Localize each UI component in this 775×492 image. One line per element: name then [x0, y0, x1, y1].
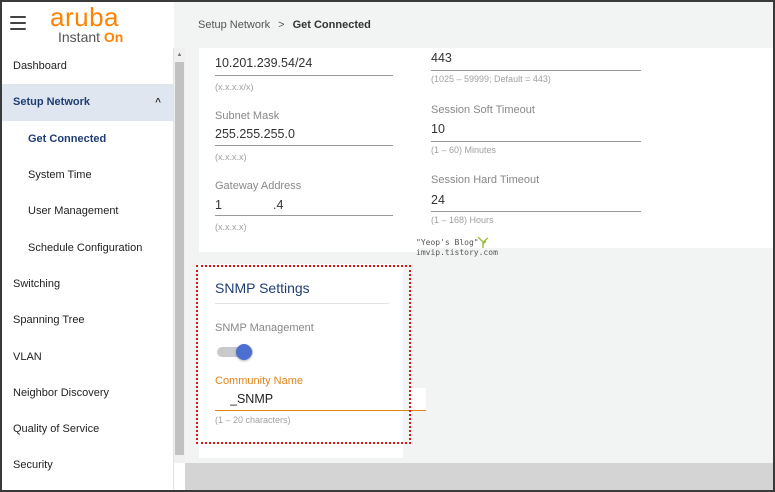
port-underline	[431, 70, 641, 71]
session-soft-timeout-underline	[431, 141, 641, 142]
session-soft-timeout-hint: (1 – 60) Minutes	[431, 145, 497, 155]
breadcrumb: Setup Network > Get Connected	[174, 2, 773, 48]
ip-settings-card: 10.201.239.54/24 (x.x.x.x/x) Subnet Mask…	[199, 48, 419, 252]
sidebar-item-label: VLAN	[13, 350, 42, 363]
logo-wordmark: aruba	[50, 2, 119, 32]
scroll-thumb[interactable]	[175, 62, 184, 455]
snmp-management-toggle[interactable]	[217, 344, 255, 360]
session-soft-timeout-label: Session Soft Timeout	[431, 104, 535, 116]
logo-subtitle: Instant On	[58, 29, 140, 45]
sidebar-nav: Dashboard Setup Network ^ Get Connected S…	[2, 48, 174, 490]
breadcrumb-separator: >	[278, 19, 285, 31]
sidebar-item-label: Neighbor Discovery	[13, 386, 109, 399]
sidebar-item-switching[interactable]: Switching	[2, 266, 173, 302]
session-soft-timeout-value[interactable]: 10	[431, 122, 445, 136]
community-name-input[interactable]	[230, 389, 440, 409]
snmp-management-label: SNMP Management	[215, 322, 314, 334]
sidebar-item-neighbor-discovery[interactable]: Neighbor Discovery	[2, 375, 173, 411]
input-overflow-area	[410, 388, 426, 410]
logo-subtitle-prefix: Instant	[58, 29, 104, 45]
sidebar-item-label: Get Connected	[28, 132, 107, 145]
scroll-up-arrow-icon[interactable]: ▲	[174, 50, 185, 60]
sidebar-item-label: Switching	[13, 277, 61, 290]
gateway-address-value-part2[interactable]: .4	[273, 198, 283, 212]
subnet-mask-underline	[215, 145, 393, 146]
sidebar-item-label: Schedule Configuration	[28, 241, 143, 254]
watermark-line2: imvip.tistory.com	[416, 248, 498, 257]
sidebar-item-get-connected[interactable]: Get Connected	[2, 121, 173, 157]
sidebar-item-label: Security	[13, 459, 53, 472]
sidebar-item-security[interactable]: Security	[2, 447, 173, 483]
session-hard-timeout-label: Session Hard Timeout	[431, 174, 540, 186]
community-name-label: Community Name	[215, 375, 304, 387]
ip-address-value[interactable]: 10.201.239.54/24	[215, 56, 312, 70]
ip-address-hint: (x.x.x.x/x)	[215, 82, 254, 92]
port-hint: (1025 – 59999; Default = 443)	[431, 74, 551, 84]
sidebar-item-schedule-configuration[interactable]: Schedule Configuration	[2, 229, 173, 265]
community-name-hint: (1 – 20 characters)	[215, 415, 291, 425]
session-hard-timeout-hint: (1 – 168) Hours	[431, 215, 494, 225]
sidebar-item-spanning-tree[interactable]: Spanning Tree	[2, 302, 173, 338]
breadcrumb-parent[interactable]: Setup Network	[198, 19, 270, 31]
aruba-logo: aruba Instant On	[50, 2, 140, 45]
app-window: aruba Instant On Setup Network > Get Con…	[0, 0, 775, 492]
watermark-sprout-icon	[477, 236, 489, 248]
sidebar-item-system-time[interactable]: System Time	[2, 157, 173, 193]
snmp-settings-card: SNMP Settings SNMP Management Community …	[199, 264, 403, 458]
sidebar-item-user-management[interactable]: User Management	[2, 193, 173, 229]
sidebar-item-label: Spanning Tree	[13, 314, 85, 327]
sidebar-item-quality-of-service[interactable]: Quality of Service	[2, 411, 173, 447]
gateway-address-value-part1[interactable]: 1	[215, 198, 222, 212]
breadcrumb-current: Get Connected	[292, 19, 371, 31]
sidebar-item-dashboard[interactable]: Dashboard	[2, 48, 173, 84]
logo-subtitle-on: On	[103, 29, 124, 45]
sidebar-item-label: Setup Network	[13, 96, 91, 109]
ip-address-underline	[215, 75, 393, 76]
hamburger-menu-icon[interactable]	[10, 16, 26, 30]
session-hard-timeout-value[interactable]: 24	[431, 193, 445, 207]
snmp-title-divider	[215, 303, 389, 304]
chevron-up-icon: ^	[155, 96, 161, 108]
sidebar-scrollbar[interactable]: ▲	[174, 48, 185, 463]
gateway-address-hint: (x.x.x.x)	[215, 222, 247, 232]
toggle-knob	[236, 344, 252, 360]
gateway-address-underline	[215, 215, 393, 216]
sidebar-item-label: Quality of Service	[13, 423, 100, 436]
port-value[interactable]: 443	[431, 51, 452, 65]
sidebar-item-vlan[interactable]: VLAN	[2, 338, 173, 374]
sidebar-item-label: User Management	[28, 205, 119, 218]
sidebar-item-setup-network[interactable]: Setup Network ^	[2, 84, 173, 121]
subnet-mask-value[interactable]: 255.255.255.0	[215, 127, 295, 141]
snmp-settings-title: SNMP Settings	[215, 280, 310, 296]
sidebar-item-label: System Time	[28, 169, 92, 182]
subnet-mask-label: Subnet Mask	[215, 110, 280, 122]
session-hard-timeout-underline	[431, 211, 641, 212]
subnet-mask-hint: (x.x.x.x)	[215, 152, 247, 162]
gateway-address-label: Gateway Address	[215, 180, 302, 192]
content-footer	[185, 463, 773, 490]
community-name-underline	[215, 410, 426, 411]
session-settings-card: 443 (1025 – 59999; Default = 443) Sessio…	[417, 48, 773, 248]
sidebar-item-label: Dashboard	[13, 60, 67, 73]
